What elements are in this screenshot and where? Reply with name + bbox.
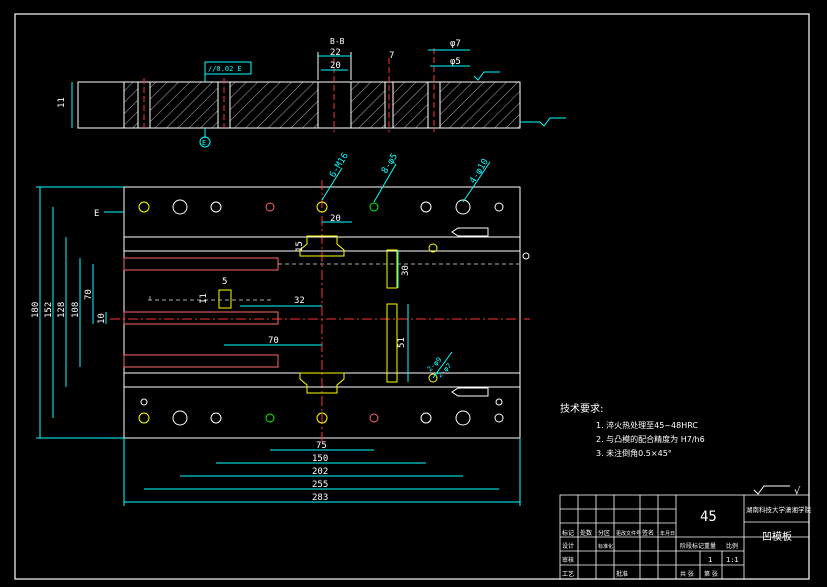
- vert-dim-128: 128: [57, 302, 67, 318]
- roughness-symbol: [753, 485, 790, 495]
- tb-qty: 1: [708, 556, 712, 564]
- vert-dim-108: 108: [71, 302, 81, 318]
- tb-row1-d: 更改文件号: [616, 530, 641, 537]
- section-tolerance: //0.02 E: [208, 65, 242, 73]
- horiz-dim-255: 255: [312, 480, 328, 490]
- tb-row2-c: 标准化: [598, 543, 613, 550]
- section-dim-20: 20: [330, 61, 341, 71]
- plan-dim-20: 20: [330, 214, 341, 224]
- tb-row1-f: 年月日: [660, 530, 675, 537]
- plan-hole-5: 8-φ5: [380, 152, 400, 176]
- plan-view: E 6-M16 8-φ5 4-φ10 20 15 30 5 11 32 70 5…: [94, 151, 530, 444]
- tb-row1-a: 标记: [562, 529, 574, 537]
- plan-dim-15: 15: [295, 241, 305, 252]
- tech-item-1: 1. 淬火热处理至45~48HRC: [596, 420, 698, 430]
- vert-dim-10: 10: [97, 313, 107, 324]
- tb-row2-e: 阶段标记: [680, 542, 704, 550]
- plan-dim-51: 51: [397, 337, 407, 348]
- tb-row1-c: 分区: [598, 529, 610, 537]
- tb-scale: 1:1: [726, 556, 739, 564]
- tech-item-2: 2. 与凸模的配合精度为 H7/h6: [596, 434, 705, 444]
- horiz-dim-75: 75: [316, 441, 327, 451]
- section-dim-7: 7: [389, 51, 394, 61]
- tb-row4-f: 第 张: [704, 570, 718, 578]
- tb-row4-e: 共 张: [680, 570, 694, 578]
- tech-title: 技术要求:: [560, 402, 603, 415]
- vert-dim-152: 152: [44, 302, 54, 318]
- plan-dim-5: 5: [222, 277, 227, 287]
- tb-material: 45: [700, 509, 717, 525]
- tb-school: 湖南科技大学潇湘学院: [746, 505, 812, 514]
- tb-row3-a: 审核: [562, 556, 574, 564]
- section-dim-22: 22: [330, 48, 341, 58]
- plan-dim-30: 30: [401, 265, 411, 276]
- section-datum: E: [202, 139, 206, 147]
- plan-hole-16: 6-M16: [328, 151, 351, 179]
- section-view: 11 B-B 22 20 7 φ7 φ5 //0.02 E E: [57, 37, 566, 148]
- tech-requirements: 技术要求: 1. 淬火热处理至45~48HRC 2. 与凸模的配合精度为 H7/…: [560, 402, 705, 458]
- plan-dim-70: 70: [268, 336, 279, 346]
- tech-item-3: 3. 未注倒角0.5×45°: [596, 448, 672, 458]
- horiz-dim-150: 150: [312, 454, 328, 464]
- plan-dim-11: 11: [199, 293, 209, 304]
- section-title: B-B: [330, 37, 345, 46]
- plan-dim-32: 32: [294, 296, 305, 306]
- tb-row1-e: 签名: [642, 529, 654, 537]
- section-dia-7: φ7: [450, 39, 461, 49]
- tb-row2-f: 重量: [704, 542, 716, 550]
- tb-row2-g: 比例: [726, 542, 738, 550]
- vert-dim-180: 180: [31, 302, 41, 318]
- horiz-dim-202: 202: [312, 467, 328, 477]
- plan-datum-e: E: [94, 209, 99, 219]
- tb-part-name: 凹模板: [762, 530, 792, 543]
- horiz-dim-283: 283: [312, 493, 328, 503]
- tb-row4-a: 工艺: [562, 570, 574, 578]
- tb-row2-a: 设计: [562, 542, 574, 550]
- tb-row4-c: 批准: [616, 570, 628, 578]
- vert-dim-70: 70: [84, 289, 94, 300]
- tb-row1-b: 处数: [580, 529, 592, 537]
- section-thickness: 11: [57, 97, 67, 108]
- plan-hole-10: 4-φ10: [468, 157, 491, 185]
- cad-drawing: 11 B-B 22 20 7 φ7 φ5 //0.02 E E E 6-M16 …: [14, 13, 812, 580]
